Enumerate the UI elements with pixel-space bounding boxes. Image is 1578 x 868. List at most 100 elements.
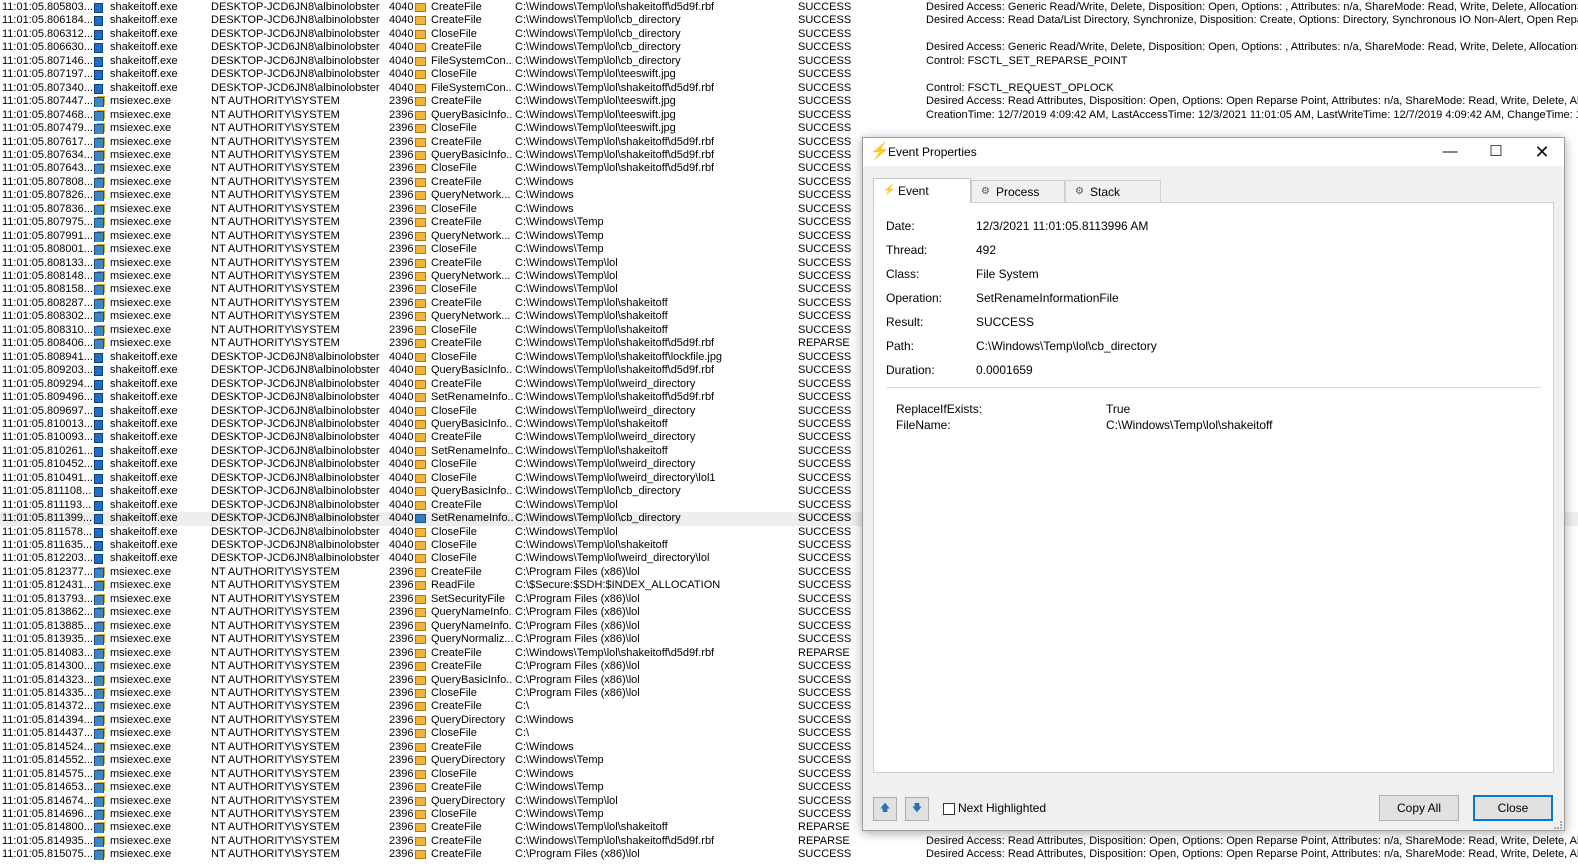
table-row[interactable]: 11:01:05.807479... msiexec.exe NT AUTHORIT… [0, 122, 1578, 136]
pid-cell: 2396 [389, 713, 414, 726]
user-cell: NT AUTHORITY\SYSTEM [211, 821, 340, 834]
path-cell: C:\Windows\Temp\lol\shakeitoff [515, 310, 668, 323]
table-row[interactable]: 11:01:05.806184... shakeitoff.exe DESKTOP-… [0, 14, 1578, 28]
result-cell: SUCCESS [798, 754, 852, 767]
table-row[interactable]: 11:01:05.807197... shakeitoff.exe DESKTOP-… [0, 68, 1578, 82]
operation-icon-cell [415, 500, 428, 511]
installer-icon [94, 245, 104, 256]
application-icon [94, 554, 103, 565]
title-bar[interactable]: ⚡ Event Properties — ☐ ✕ [863, 138, 1564, 166]
table-row[interactable]: 11:01:05.805803... shakeitoff.exe DESKTOP-… [0, 1, 1578, 15]
table-row[interactable]: 11:01:05.806312... shakeitoff.exe DESKTOP-… [0, 28, 1578, 42]
operation-icon-cell [415, 110, 428, 121]
next-highlighted-label[interactable]: Next Highlighted [958, 801, 1046, 815]
operation-icon-cell [415, 42, 428, 53]
operation-cell: CreateFile [431, 431, 482, 444]
operation-icon-cell [415, 338, 428, 349]
minimize-button[interactable]: — [1427, 138, 1473, 166]
process-icon-cell [94, 96, 107, 108]
resize-grip[interactable] [1554, 821, 1562, 829]
time-cell: 11:01:05.808133... [2, 256, 92, 269]
process-icon-cell [94, 594, 107, 605]
operation-cell: CreateFile [431, 821, 482, 834]
process-icon-cell [94, 648, 107, 659]
table-row[interactable]: 11:01:05.815075... msiexec.exe NT AUTHORIT… [0, 848, 1578, 862]
path-cell: C:\Windows\Temp\lol\teeswift.jpg [515, 68, 676, 81]
installer-icon [94, 756, 104, 767]
operation-icon-cell [415, 809, 428, 820]
process-name-cell: shakeitoff.exe [110, 404, 178, 417]
result-cell: SUCCESS [798, 404, 852, 417]
time-cell: 11:01:05.810093... [2, 431, 92, 444]
process-name-cell: msiexec.exe [110, 283, 172, 296]
next-highlighted-checkbox[interactable] [943, 803, 955, 815]
tab-event[interactable]: ⚡ Event [873, 178, 971, 203]
operation-icon-cell [415, 137, 428, 148]
tab-process[interactable]: ⚙ Process [971, 180, 1065, 202]
table-row[interactable]: 11:01:05.807468... msiexec.exe NT AUTHORIT… [0, 109, 1578, 123]
detail-cell: Desired Access: Generic Read/Write, Dele… [926, 1, 1578, 13]
operation-icon-cell [415, 163, 428, 174]
time-cell: 11:01:05.808158... [2, 283, 92, 296]
duration-value: 0.0001659 [976, 363, 1033, 377]
pid-cell: 2396 [389, 646, 414, 659]
pid-cell: 2396 [389, 619, 414, 632]
result-cell: SUCCESS [798, 633, 852, 646]
process-icon-cell [94, 755, 107, 767]
table-row[interactable]: 11:01:05.814935... msiexec.exe NT AUTHORIT… [0, 835, 1578, 849]
field-label: Result: [886, 315, 924, 329]
table-row[interactable]: 11:01:05.807146... shakeitoff.exe DESKTOP-… [0, 55, 1578, 69]
operation-cell: CreateFile [431, 498, 482, 511]
user-cell: DESKTOP-JCD6JN8\albinolobster [211, 350, 380, 363]
path-cell: C:\Windows\Temp\lol\cb_directory [515, 27, 681, 40]
process-icon-cell [94, 621, 107, 632]
time-cell: 11:01:05.807991... [2, 229, 92, 242]
file-system-icon [415, 325, 426, 335]
close-window-button[interactable]: ✕ [1519, 138, 1565, 166]
process-name-cell: msiexec.exe [110, 310, 172, 323]
time-cell: 11:01:05.808001... [2, 243, 92, 256]
close-button[interactable]: Close [1473, 795, 1553, 821]
file-system-icon [415, 729, 426, 739]
operation-cell: CloseFile [431, 525, 477, 538]
file-system-icon [415, 836, 426, 846]
next-event-button[interactable]: 🡇 [905, 797, 929, 821]
result-cell: SUCCESS [798, 323, 852, 336]
operation-icon-cell [415, 432, 428, 443]
user-cell: NT AUTHORITY\SYSTEM [211, 848, 340, 861]
operation-cell: QueryBasicInfo... [431, 364, 513, 377]
path-cell: C:\Program Files (x86)\lol [515, 660, 640, 673]
maximize-button[interactable]: ☐ [1473, 138, 1519, 166]
path-cell: C:\$Secure:$SDH:$INDEX_ALLOCATION [515, 579, 721, 592]
result-cell: SUCCESS [798, 108, 852, 121]
process-icon-cell [94, 56, 107, 67]
user-cell: NT AUTHORITY\SYSTEM [211, 660, 340, 673]
path-cell: C:\Windows\Temp\lol\shakeitoff\d5d9f.rbf [515, 148, 715, 161]
pid-cell: 4040 [389, 68, 414, 81]
table-row[interactable]: 11:01:05.806630... shakeitoff.exe DESKTOP-… [0, 41, 1578, 55]
tab-stack[interactable]: ⚙ Stack [1065, 180, 1161, 202]
path-cell: C:\Windows\Temp\lol\weird_directory\lol1 [515, 471, 716, 484]
table-row[interactable]: 11:01:05.807340... shakeitoff.exe DESKTOP-… [0, 82, 1578, 96]
time-cell: 11:01:05.814696... [2, 808, 92, 820]
previous-event-button[interactable]: 🡅 [873, 797, 897, 821]
user-cell: NT AUTHORITY\SYSTEM [211, 633, 340, 646]
path-cell: C:\Windows\Temp\lol\shakeitoff [515, 821, 668, 834]
operation-icon-cell [415, 190, 428, 201]
path-cell: C:\Windows\Temp\lol\weird_directory [515, 377, 696, 390]
result-cell: SUCCESS [798, 848, 852, 861]
pid-cell: 2396 [389, 189, 414, 202]
time-cell: 11:01:05.809294... [2, 377, 92, 390]
pid-cell: 2396 [389, 565, 414, 578]
copy-all-button[interactable]: Copy All [1379, 795, 1459, 821]
operation-icon-cell [415, 446, 428, 457]
application-icon [94, 500, 103, 511]
operation-icon-cell [415, 473, 428, 484]
operation-icon-cell [415, 204, 428, 215]
field-label: Date: [886, 219, 915, 233]
process-icon-cell [94, 325, 107, 336]
file-system-icon [415, 285, 426, 295]
installer-icon [94, 272, 104, 282]
time-cell: 11:01:05.809697... [2, 404, 92, 417]
table-row[interactable]: 11:01:05.807447... msiexec.exe NT AUTHORIT… [0, 95, 1578, 109]
